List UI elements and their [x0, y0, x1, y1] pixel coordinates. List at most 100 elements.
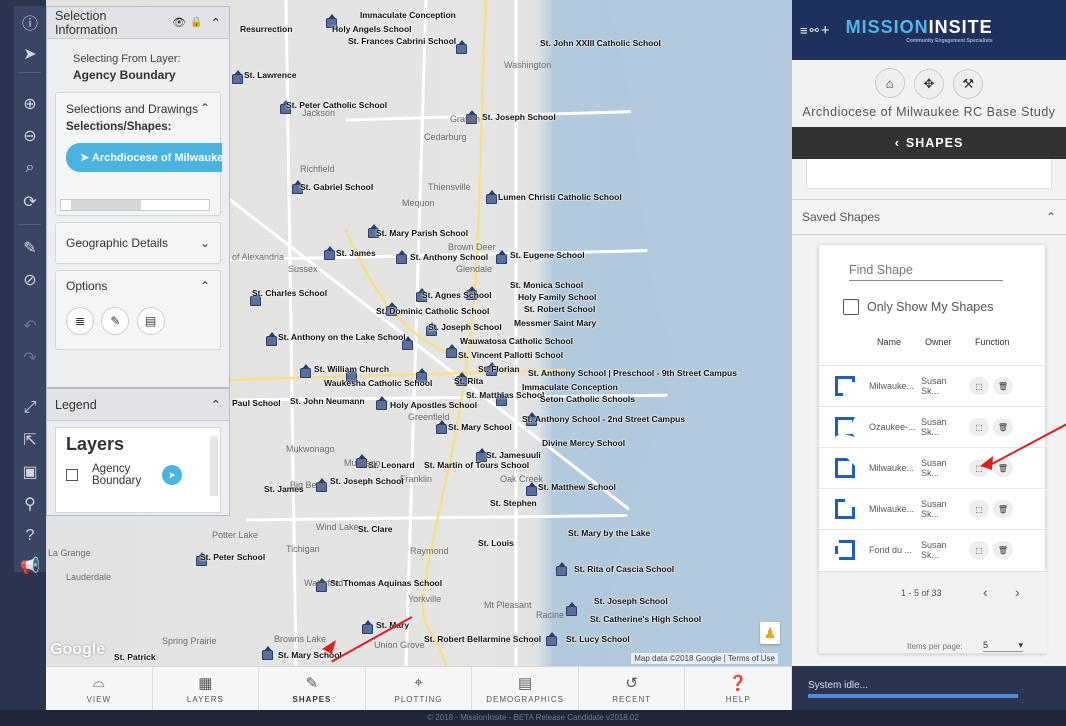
table-row[interactable]: Fond du ... Susan Sk... ⬚ 🗑	[819, 529, 1047, 570]
prev-page-icon[interactable]: ‹	[983, 584, 988, 600]
school-pin[interactable]	[456, 40, 467, 54]
town-label: Tichigan	[286, 544, 320, 554]
school-pin[interactable]	[362, 620, 373, 634]
school-pin[interactable]	[446, 344, 457, 358]
tab-label: HELP	[725, 694, 751, 704]
zoom-to-icon[interactable]: ⬚	[969, 418, 989, 436]
chevron-up-icon[interactable]: ⌃	[200, 101, 210, 117]
database-icon[interactable]: ≣	[66, 307, 94, 335]
map-label: Divine Mercy School	[542, 438, 626, 448]
school-pin[interactable]	[566, 602, 577, 616]
tab-layers[interactable]: ▦ LAYERS	[153, 667, 260, 710]
school-pin[interactable]	[266, 332, 277, 346]
selection-panel-header: Selection Information 👁 🔒 ⌃	[47, 7, 229, 39]
erase-icon[interactable]: ✎	[16, 234, 44, 262]
chevron-up-icon[interactable]: ⌃	[200, 279, 210, 293]
map-attribution[interactable]: Map data ©2018 Google | Terms of Use	[631, 653, 778, 664]
map-label: St. Anthony School | Preschool - 9th Str…	[528, 368, 737, 378]
school-pin[interactable]	[496, 250, 507, 264]
undo-icon[interactable]: ↶	[16, 312, 44, 340]
items-per-page-select[interactable]: 5 ▾	[983, 640, 1023, 652]
collapse-icon[interactable]: ⌃	[211, 397, 221, 412]
map-label: St. Agnes School	[422, 290, 492, 300]
megaphone-icon[interactable]: 📢	[16, 552, 44, 580]
geographic-details-card[interactable]: Geographic Details ⌄	[55, 222, 221, 264]
zoom-in-icon[interactable]: ⊕	[16, 90, 44, 118]
chevron-down-icon[interactable]: ⌄	[200, 236, 210, 250]
delete-icon[interactable]: 🗑	[993, 418, 1013, 436]
school-pin[interactable]	[376, 396, 387, 410]
shapes-header-bar[interactable]: ‹ SHAPES	[792, 126, 1066, 159]
select-pointer-icon[interactable]: ➤	[16, 40, 44, 68]
town-label: Richfield	[300, 164, 335, 174]
find-shape-input[interactable]	[849, 259, 1003, 281]
visibility-icon[interactable]: 👁	[172, 16, 186, 29]
lock-icon[interactable]: 🔒	[190, 17, 202, 28]
layers-box: Layers Agency Boundary ➤	[55, 427, 221, 513]
map-label: St. Rita of Cascia School	[574, 564, 675, 574]
saved-shapes-title: Saved Shapes	[802, 209, 881, 224]
zoom-to-icon[interactable]: ⬚	[969, 500, 989, 518]
layer-select-icon[interactable]: ➤	[162, 465, 182, 485]
school-pin[interactable]	[526, 482, 537, 496]
zoom-box-icon[interactable]: ⌕	[16, 154, 44, 182]
fullscreen-icon[interactable]: ⤢	[16, 394, 44, 422]
map-label: St. Lawrence	[244, 70, 297, 80]
search-icon[interactable]: ⚲	[16, 490, 44, 518]
chevron-up-icon[interactable]: ⌃	[1046, 210, 1056, 224]
refresh-icon[interactable]: ⟳	[16, 188, 44, 216]
delete-icon[interactable]: 🗑	[993, 377, 1013, 395]
table-row[interactable]: Milwauke... Susan Sk... ⬚ 🗑	[819, 365, 1047, 406]
tab-shapes[interactable]: ✎ SHAPES	[259, 667, 366, 710]
school-pin[interactable]	[396, 250, 407, 264]
edit-icon[interactable]: ✎	[101, 307, 130, 335]
save-icon[interactable]: ▣	[16, 458, 44, 486]
legend-scrollbar[interactable]	[210, 436, 218, 496]
layer-checkbox[interactable]	[66, 469, 78, 481]
shape-pill[interactable]: ➤ Archdiocese of Milwaukee	[66, 143, 222, 172]
tab-help[interactable]: ❓ HELP	[685, 667, 793, 710]
redo-icon[interactable]: ↷	[16, 344, 44, 372]
status-text: System idle...	[808, 680, 869, 691]
delete-icon[interactable]: 🗑	[993, 500, 1013, 518]
help-icon[interactable]: ?	[16, 522, 44, 550]
horizontal-scrollbar[interactable]	[60, 199, 210, 211]
zoom-to-icon[interactable]: ⬚	[969, 541, 989, 559]
clear-icon[interactable]: ⊘	[16, 266, 44, 294]
scrollbar-thumb[interactable]	[71, 200, 141, 210]
magic-wand-icon[interactable]: ⚒	[953, 68, 984, 99]
street-view-icon[interactable]: ♟	[760, 622, 780, 644]
locate-icon[interactable]: ✥	[914, 68, 944, 99]
school-pin[interactable]	[300, 364, 311, 378]
tab-recent[interactable]: ↺ RECENT	[579, 667, 686, 710]
delete-icon[interactable]: 🗑	[993, 541, 1013, 559]
menu-icon[interactable]: ≡	[800, 23, 808, 38]
tab-plotting[interactable]: ⌖ PLOTTING	[366, 667, 473, 710]
saved-shapes-header[interactable]: Saved Shapes ⌃	[792, 198, 1066, 235]
town-label: Union Grove	[374, 640, 425, 650]
school-pin[interactable]	[232, 70, 243, 84]
next-page-icon[interactable]: ›	[1015, 584, 1020, 600]
collapse-icon[interactable]: ⌃	[211, 15, 221, 30]
info-icon[interactable]: ⓘ	[16, 8, 44, 36]
school-pin[interactable]	[324, 246, 335, 260]
school-pin[interactable]	[546, 632, 557, 646]
plus-icon[interactable]: +	[821, 22, 830, 39]
table-row[interactable]: Ozaukee-... Susan Sk... ⬚ 🗑	[819, 406, 1047, 447]
report-icon[interactable]: ▤	[136, 307, 165, 335]
share-nodes-icon[interactable]: ⚯	[810, 24, 819, 37]
school-pin[interactable]	[436, 420, 447, 434]
map-label: Lumen Christi Catholic School	[498, 192, 622, 202]
school-pin[interactable]	[486, 190, 497, 204]
tab-view[interactable]: ⌓ VIEW	[46, 667, 153, 710]
zoom-to-icon[interactable]: ⬚	[969, 377, 989, 395]
home-icon[interactable]: ⌂	[874, 68, 905, 98]
table-row[interactable]: Milwauke... Susan Sk... ⬚ 🗑	[819, 488, 1047, 529]
school-pin[interactable]	[556, 562, 567, 576]
tab-demographics[interactable]: ▤ DEMOGRAPHICS	[472, 667, 579, 710]
zoom-out-icon[interactable]: ⊖	[16, 122, 44, 150]
share-icon[interactable]: ⇱	[16, 426, 44, 454]
only-mine-checkbox[interactable]	[843, 299, 859, 315]
layer-name: Agency Boundary	[73, 68, 176, 82]
school-pin[interactable]	[262, 646, 273, 660]
